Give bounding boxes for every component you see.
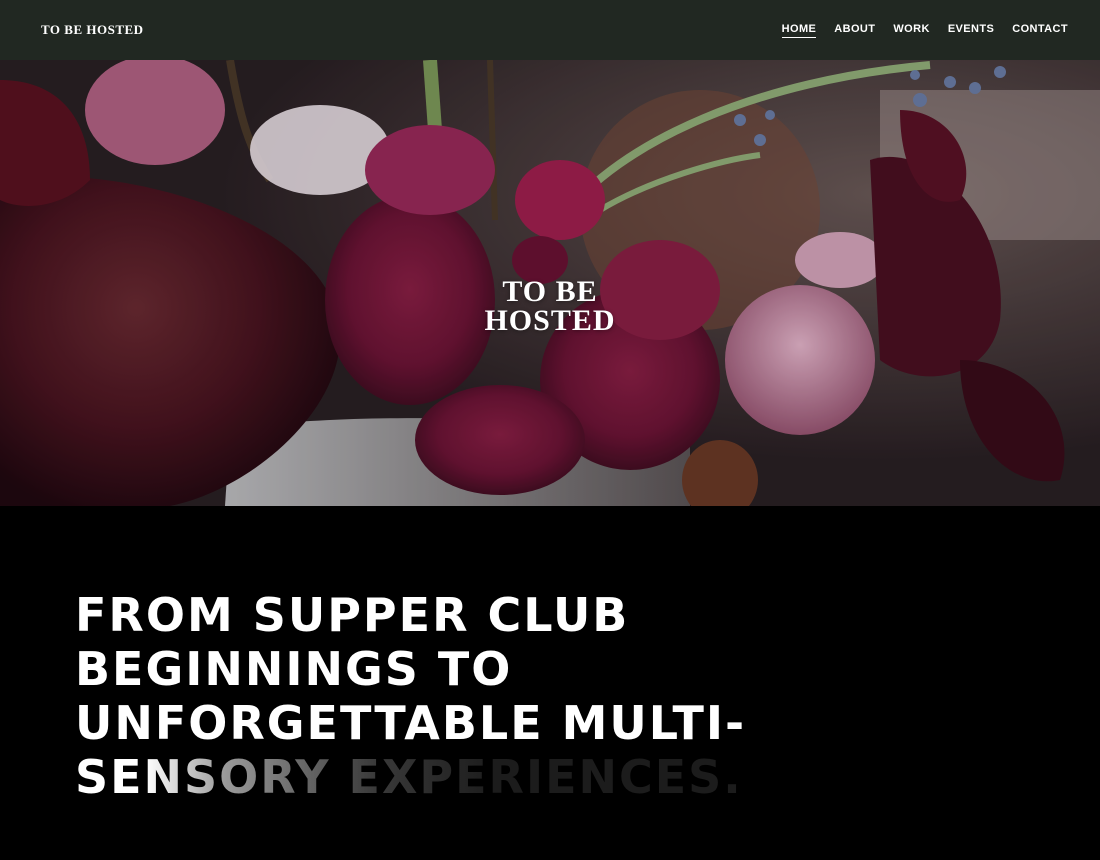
tagline-line2: BEGINNINGS TO [75,642,513,696]
tagline-line1: FROM SUPPER CLUB [75,588,630,642]
tagline-heading: FROM SUPPER CLUB BEGINNINGS TO UNFORGETT… [75,588,975,804]
main-nav: HOME ABOUT WORK EVENTS CONTACT [781,23,1068,38]
nav-events[interactable]: EVENTS [948,23,994,38]
brand-logo[interactable]: TO BE HOSTED [41,22,144,38]
tagline-line3: UNFORGETTABLE MULTI- [75,696,747,750]
nav-about[interactable]: ABOUT [834,23,875,38]
tagline-line4: SENSORY EXPERIENCES. [75,750,743,804]
nav-work[interactable]: WORK [893,23,929,38]
hero-video: TO BE HOSTED [0,60,1100,506]
site-header: TO BE HOSTED HOME ABOUT WORK EVENTS CONT… [0,0,1100,60]
hero-logo: TO BE HOSTED [0,275,1100,337]
hero-logo-line2: HOSTED [484,303,616,337]
hero-logo-line1: TO BE [502,275,598,308]
nav-home[interactable]: HOME [781,23,817,38]
nav-contact[interactable]: CONTACT [1012,23,1068,38]
